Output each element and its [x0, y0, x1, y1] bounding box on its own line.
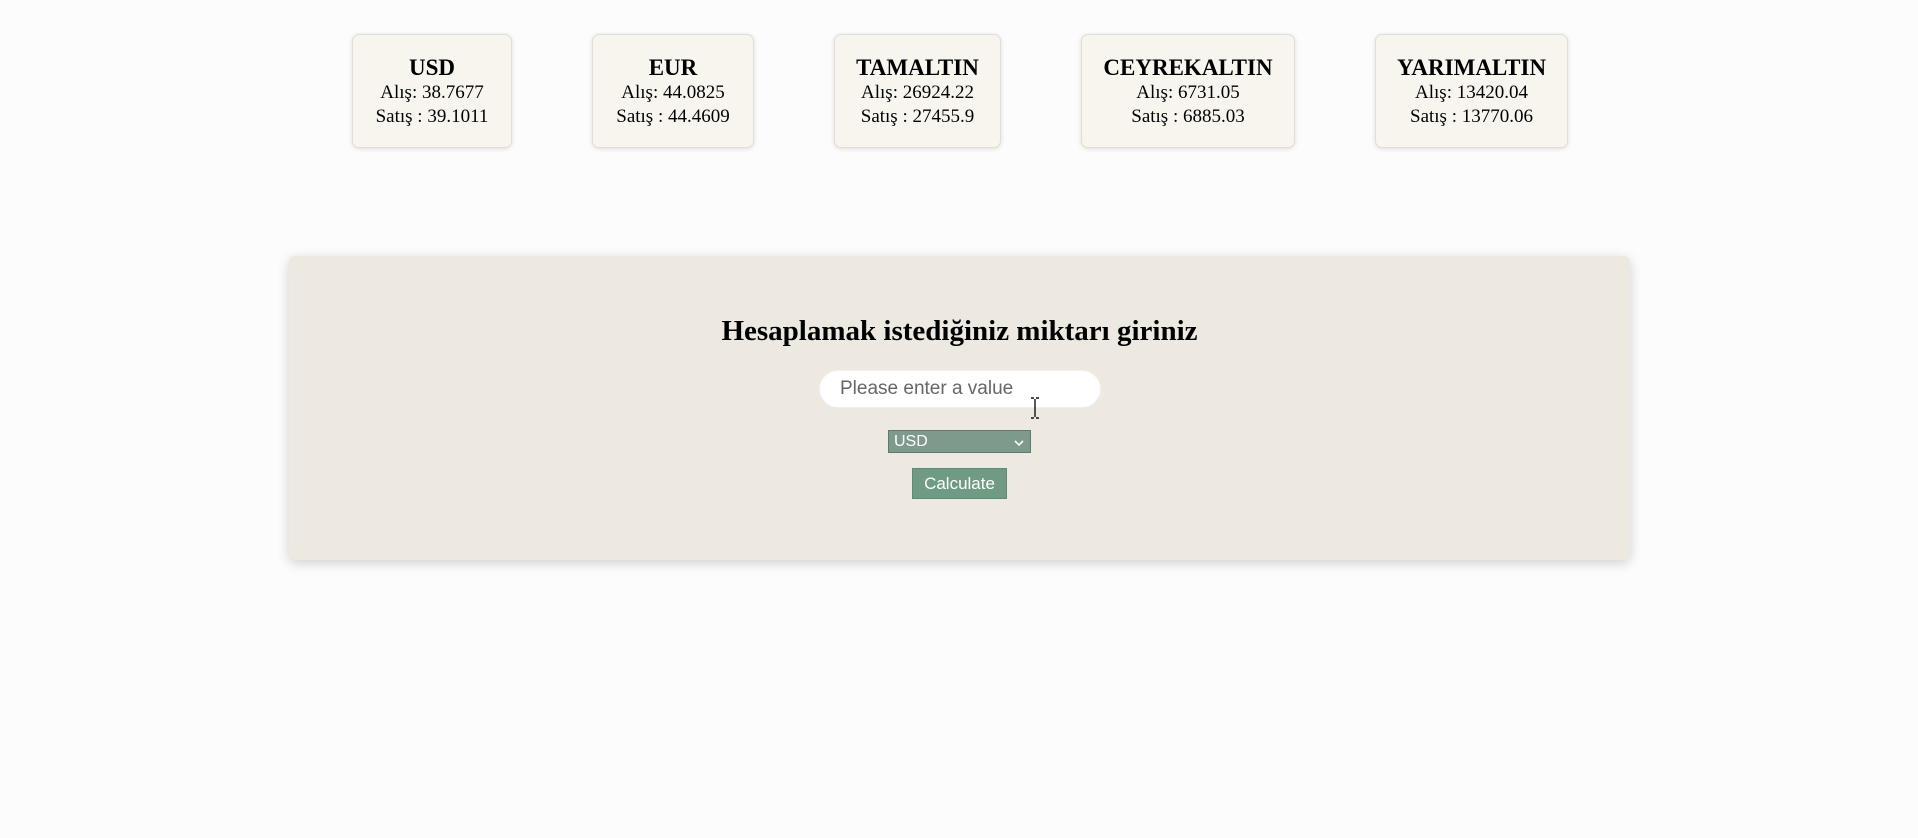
calculate-button[interactable]: Calculate: [912, 468, 1007, 499]
rate-buy: Alış: 44.0825: [621, 82, 725, 103]
rate-card-usd: USD Alış: 38.7677 Satış : 39.1011: [352, 34, 512, 148]
rate-buy: Alış: 13420.04: [1415, 82, 1528, 103]
chevron-down-icon: [1014, 433, 1024, 451]
amount-input[interactable]: [819, 370, 1101, 408]
rate-sell: Satış : 44.4609: [616, 106, 730, 127]
rate-card-eur: EUR Alış: 44.0825 Satış : 44.4609: [592, 34, 754, 148]
rate-buy: Alış: 6731.05: [1136, 82, 1240, 103]
text-cursor-icon: [1030, 397, 1040, 419]
rate-buy: Alış: 38.7677: [380, 82, 484, 103]
calculator-title: Hesaplamak istediğiniz miktarı giriniz: [721, 315, 1198, 347]
rate-buy: Alış: 26924.22: [861, 82, 974, 103]
rate-sell: Satış : 13770.06: [1410, 106, 1533, 127]
page: USD Alış: 38.7677 Satış : 39.1011 EUR Al…: [0, 0, 1918, 838]
rate-name: EUR: [648, 55, 698, 80]
rate-card-tamaltin: TAMALTIN Alış: 26924.22 Satış : 27455.9: [834, 34, 1001, 148]
rate-name: YARIMALTIN: [1396, 55, 1547, 80]
rate-name: TAMALTIN: [856, 55, 979, 80]
rate-name: CEYREKALTIN: [1103, 55, 1273, 80]
rate-sell: Satış : 27455.9: [860, 106, 975, 127]
currency-select-value: USD: [894, 433, 928, 450]
rate-card-ceyrekaltin: CEYREKALTIN Alış: 6731.05 Satış : 6885.0…: [1081, 34, 1295, 148]
rate-card-yarimaltin: YARIMALTIN Alış: 13420.04 Satış : 13770.…: [1375, 34, 1568, 148]
rate-sell: Satış : 6885.03: [1131, 106, 1245, 127]
rate-sell: Satış : 39.1011: [375, 106, 489, 127]
rates-bar: USD Alış: 38.7677 Satış : 39.1011 EUR Al…: [0, 34, 1918, 150]
currency-select[interactable]: USD: [888, 430, 1031, 453]
rate-name: USD: [408, 55, 455, 80]
calculator-panel: Hesaplamak istediğiniz miktarı giriniz U…: [289, 256, 1630, 560]
